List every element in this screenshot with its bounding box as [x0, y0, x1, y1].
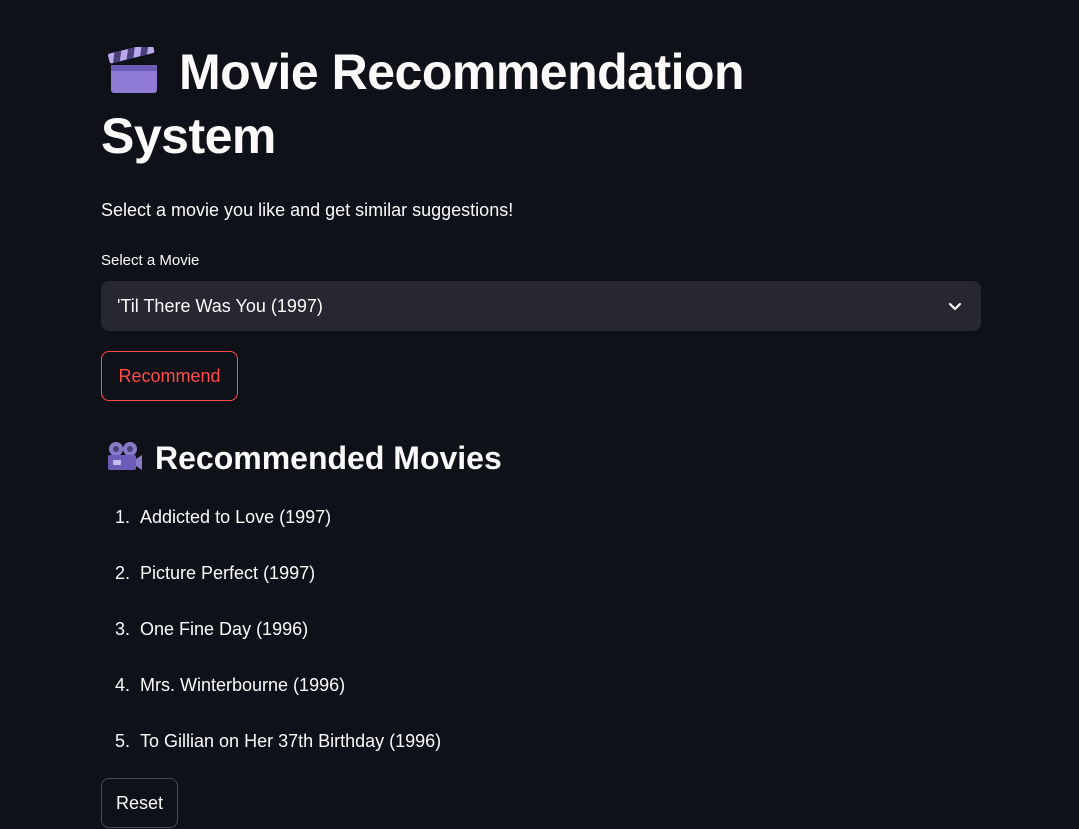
recommended-heading: Recommended Movies	[101, 436, 502, 480]
list-item-title: Addicted to Love (1997)	[140, 507, 332, 527]
recommendations-list: 1. Addicted to Love (1997) 2. Picture Pe…	[101, 505, 441, 785]
movie-select-label: Select a Movie	[101, 252, 200, 269]
recommend-button[interactable]: Recommend	[101, 351, 238, 401]
movie-select[interactable]: 'Til There Was You (1997)	[101, 281, 981, 331]
clapper-board-icon	[107, 43, 161, 94]
list-item-number: 2.	[114, 563, 130, 583]
list-item: 3. One Fine Day (1996)	[101, 617, 441, 673]
reset-button[interactable]: Reset	[101, 778, 178, 828]
chevron-down-icon[interactable]	[947, 298, 963, 314]
list-item-number: 3.	[114, 619, 130, 639]
list-item-number: 4.	[114, 675, 130, 695]
list-item: 1. Addicted to Love (1997)	[101, 505, 441, 561]
list-item: 5. To Gillian on Her 37th Birthday (1996…	[101, 729, 441, 785]
list-item: 2. Picture Perfect (1997)	[101, 561, 441, 617]
list-item-number: 1.	[114, 507, 130, 527]
list-item: 4. Mrs. Winterbourne (1996)	[101, 673, 441, 729]
list-item-title: To Gillian on Her 37th Birthday (1996)	[140, 731, 442, 751]
page-title-text: Movie Recommendation System	[101, 44, 745, 164]
page-subtitle: Select a movie you like and get similar …	[101, 200, 514, 220]
recommended-heading-text: Recommended Movies	[155, 440, 502, 476]
page-title: Movie Recommendation System	[101, 40, 861, 168]
list-item-title: Picture Perfect (1997)	[140, 563, 316, 583]
movie-camera-icon	[105, 440, 143, 474]
list-item-title: Mrs. Winterbourne (1996)	[140, 675, 346, 695]
movie-select-value: 'Til There Was You (1997)	[117, 296, 323, 316]
list-item-number: 5.	[114, 731, 130, 751]
list-item-title: One Fine Day (1996)	[140, 619, 309, 639]
